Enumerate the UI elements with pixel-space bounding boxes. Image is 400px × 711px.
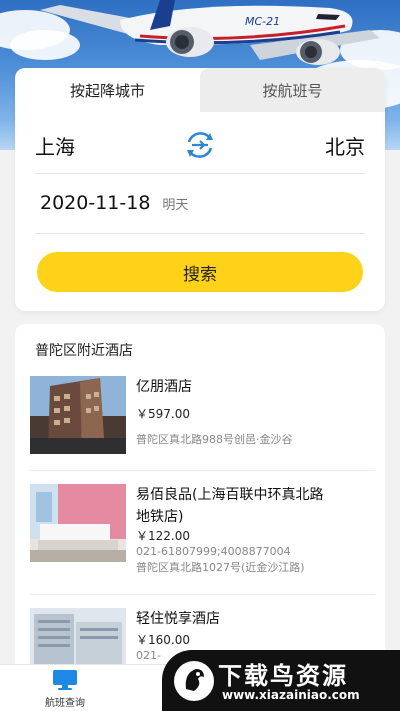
divider — [30, 594, 375, 595]
search-mode-tabs: 按起降城市 按航班号 — [15, 68, 385, 112]
date-picker[interactable]: 2020-11-18 明天 — [40, 186, 365, 220]
search-button[interactable]: 搜索 — [37, 252, 363, 292]
watermark-brand: 下载鸟资源 — [218, 662, 348, 690]
hotel-address: 普陀区真北路988号创邑·金沙谷 — [136, 433, 293, 446]
hotel-name: 轻住悦享酒店 — [136, 611, 220, 627]
nav-flight-query[interactable]: 航班查询 — [30, 669, 100, 709]
divider — [35, 173, 365, 174]
monitor-icon — [53, 670, 77, 690]
hotel-thumbnail — [30, 376, 126, 454]
hotel-thumbnail — [30, 484, 126, 562]
hotel-name: 亿朋酒店 — [136, 379, 192, 395]
arrival-city[interactable]: 北京 — [325, 131, 365, 160]
swap-plane-icon — [187, 132, 213, 158]
watermark-url: www.xiazainiao.com — [222, 688, 360, 702]
hotel-phone: 021-61807999;4008877004 — [136, 545, 291, 558]
city-row: 上海 北京 — [35, 122, 365, 168]
departure-city[interactable]: 上海 — [35, 131, 75, 160]
tab-by-city[interactable]: 按起降城市 — [15, 68, 200, 112]
hotel-name-line2: 地铁店) — [136, 509, 184, 525]
hotel-price: ￥122.00 — [136, 529, 190, 543]
hotel-list-item[interactable]: 易佰良品(上海百联中环真北路 地铁店) ￥122.00 021-61807999… — [30, 484, 375, 584]
tab-by-flight-number[interactable]: 按航班号 — [200, 68, 385, 112]
hotel-address: 普陀区真北路1027号(近金沙江路) — [136, 561, 305, 574]
nearby-hotels-card: 普陀区附近酒店 亿朋酒店 ￥597.00 普陀区真北路988号创邑·金沙谷 易佰… — [15, 324, 385, 674]
hotel-price: ￥597.00 — [136, 407, 190, 421]
watermark: 下载鸟资源 www.xiazainiao.com — [162, 650, 400, 711]
hotel-price: ￥160.00 — [136, 633, 190, 647]
date-hint: 明天 — [162, 197, 189, 213]
swap-cities-button[interactable] — [183, 128, 217, 162]
divider — [35, 233, 365, 234]
flight-search-card: 按起降城市 按航班号 上海 北京 2020-11-18 明天 搜索 — [15, 68, 385, 311]
departure-date: 2020-11-18 — [40, 192, 151, 214]
hotel-name: 易佰良品(上海百联中环真北路 — [136, 487, 324, 503]
divider — [30, 470, 375, 471]
bird-logo-icon — [174, 661, 214, 701]
hotel-list-item[interactable]: 亿朋酒店 ￥597.00 普陀区真北路988号创邑·金沙谷 — [30, 376, 375, 456]
plane-label: MC-21 — [245, 15, 280, 28]
hotels-section-title: 普陀区附近酒店 — [35, 343, 133, 359]
nav-label: 航班查询 — [45, 698, 85, 709]
